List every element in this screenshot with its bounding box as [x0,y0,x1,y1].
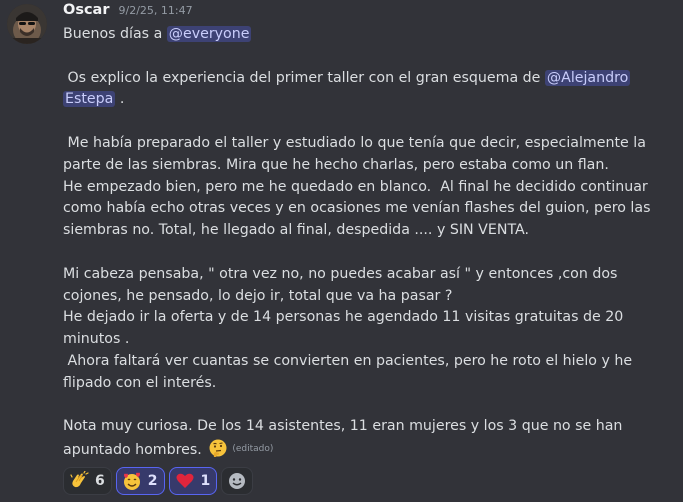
reactions-bar: 6 2 1 [63,467,254,495]
avatar-image [7,4,47,44]
reaction-clap[interactable]: 6 [63,467,112,495]
message-text: siembras no. Total, he llegado al final,… [63,222,529,239]
message-text: cojones, he pensado, lo dejo ir, total q… [63,287,453,304]
add-reaction-icon [229,473,246,489]
message-text: como había echo otras veces y en ocasion… [63,200,651,217]
message-line [63,395,623,417]
user-mention[interactable]: @everyone [166,26,252,42]
message-text: Nota muy curiosa. De los 14 asistentes, … [63,418,623,435]
red-heart-icon [176,473,193,488]
message-line: Nota muy curiosa. De los 14 asistentes, … [63,416,623,438]
edited-label: (editado) [232,444,274,455]
add-reaction-button[interactable] [221,467,254,495]
message-line: siembras no. Total, he llegado al final,… [63,220,623,242]
message-text: . [115,91,125,108]
reaction-smiling-hearts[interactable]: 2 [115,467,165,495]
message-line: Mi cabeza pensaba, " otra vez no, no pue… [63,264,623,286]
user-mention[interactable]: @Alejandro [544,69,631,86]
thinking-face-icon[interactable] [208,438,228,458]
message-text: minutos . [63,331,130,348]
message-text: apuntado hombres. [63,442,202,459]
clapping-hands-icon [70,471,89,488]
user-mention[interactable]: Estepa [63,91,116,108]
message-text: Ahora faltará ver cuantas se convierten … [63,352,633,369]
message-line: Me había preparado el taller y estudiado… [63,133,646,155]
message-text: Mi cabeza pensaba, " otra vez no, no pue… [63,265,618,282]
message-line: He empezado bien, pero me he quedado en … [63,177,648,199]
message-text: Os explico la experiencia del primer tal… [63,69,545,86]
message-line: He dejado ir la oferta y de 14 personas … [63,307,623,329]
timestamp[interactable]: 9/2/25, 11:47 [119,4,193,17]
message-line: Buenos días a @everyone [63,24,623,46]
message-line [63,242,623,264]
message-header: Oscar 9/2/25, 11:47 [63,2,193,24]
smiling-face-with-hearts-icon [123,472,140,490]
message-text: Buenos días a [63,26,167,42]
message-text: flipado con el interés. [63,374,217,391]
message-text: Me había preparado el taller y estudiado… [63,134,646,151]
message-line: Estepa . [63,89,623,111]
message-line: flipado con el interés. [63,373,623,395]
reaction-count: 2 [147,473,158,489]
message-text: He dejado ir la oferta y de 14 personas … [63,309,624,326]
chat-message: Oscar 9/2/25, 11:47 Buenos días a @every… [0,0,683,502]
message-line: minutos . [63,329,623,351]
message-line: apuntado hombres. (editado) [63,438,623,460]
username[interactable]: Oscar [63,2,110,18]
message-line [63,46,623,68]
avatar[interactable] [7,4,47,44]
message-text: parte de las siembras. Mira que he hecho… [63,156,609,173]
message-line: parte de las siembras. Mira que he hecho… [63,155,623,177]
reaction-count: 6 [95,473,105,489]
message-text: He empezado bien, pero me he quedado en … [63,178,648,195]
message-line: cojones, he pensado, lo dejo ir, total q… [63,286,623,308]
reaction-count: 1 [200,473,211,489]
message-line: como había echo otras veces y en ocasion… [63,198,650,220]
message-content: Buenos días a @everyone Os explico la ex… [63,24,650,460]
message-line [63,111,623,133]
reaction-heart[interactable]: 1 [168,467,218,495]
message-line: Os explico la experiencia del primer tal… [63,68,631,90]
message-line: Ahora faltará ver cuantas se convierten … [63,351,633,373]
